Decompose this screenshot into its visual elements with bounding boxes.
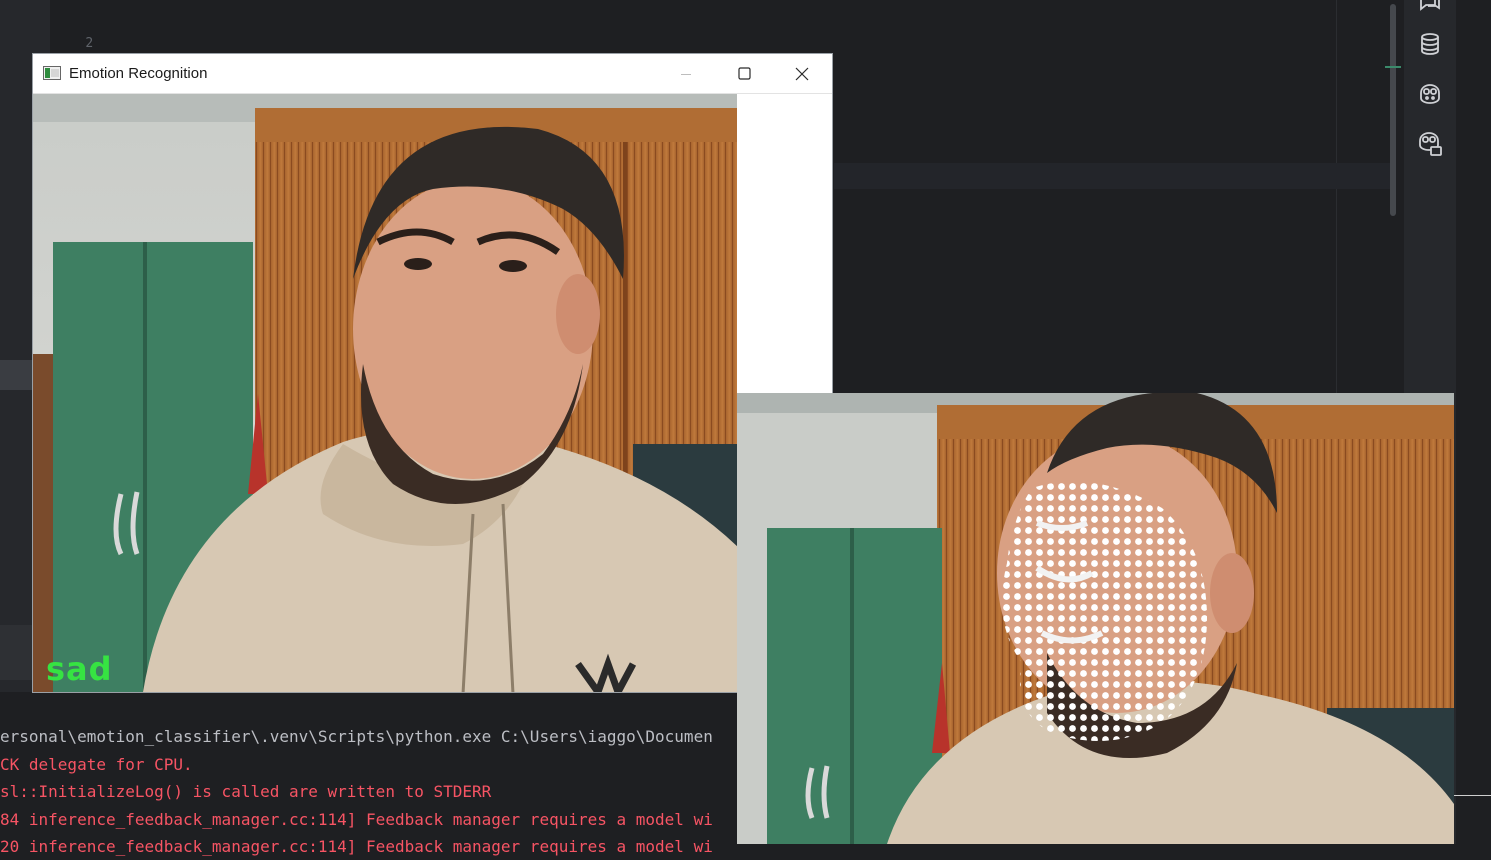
face-mesh-feed xyxy=(737,393,1454,844)
window-titlebar[interactable]: Emotion Recognition xyxy=(33,54,832,94)
code-line[interactable]: 2 import cv2 xyxy=(50,0,210,81)
code-line[interactable]: 3 import mediapipe as mp xyxy=(50,27,326,108)
emotion-label: sad xyxy=(46,650,113,688)
face-mesh-frame xyxy=(737,393,1454,844)
console-line: sl::InitializeLog() is called are writte… xyxy=(0,782,492,801)
minimize-icon[interactable] xyxy=(663,58,709,89)
database-icon[interactable] xyxy=(1414,28,1446,60)
window-title: Emotion Recognition xyxy=(69,65,208,82)
console-line: 20 inference_feedback_manager.cc:114] Fe… xyxy=(0,837,713,856)
webcam-feed xyxy=(33,94,737,692)
run-console[interactable]: ersonal\emotion_classifier\.venv\Scripts… xyxy=(0,692,740,856)
gutter-marker xyxy=(0,625,32,680)
gutter-marker xyxy=(0,360,32,390)
app-icon xyxy=(43,66,61,80)
console-line: CK delegate for CPU. xyxy=(0,755,193,774)
copilot-chat-icon[interactable] xyxy=(1414,128,1446,160)
scrollbar-marker xyxy=(1385,66,1401,68)
webcam-frame xyxy=(33,94,737,692)
current-line-highlight xyxy=(834,163,1390,189)
close-icon[interactable] xyxy=(779,58,825,89)
console-line: ersonal\emotion_classifier\.venv\Scripts… xyxy=(0,727,713,746)
chat-icon[interactable] xyxy=(1414,0,1446,18)
divider xyxy=(1454,795,1491,796)
copilot-icon[interactable] xyxy=(1414,78,1446,110)
editor-scrollbar[interactable] xyxy=(1390,4,1396,216)
maximize-icon[interactable] xyxy=(721,58,767,89)
console-line: 84 inference_feedback_manager.cc:114] Fe… xyxy=(0,810,713,829)
